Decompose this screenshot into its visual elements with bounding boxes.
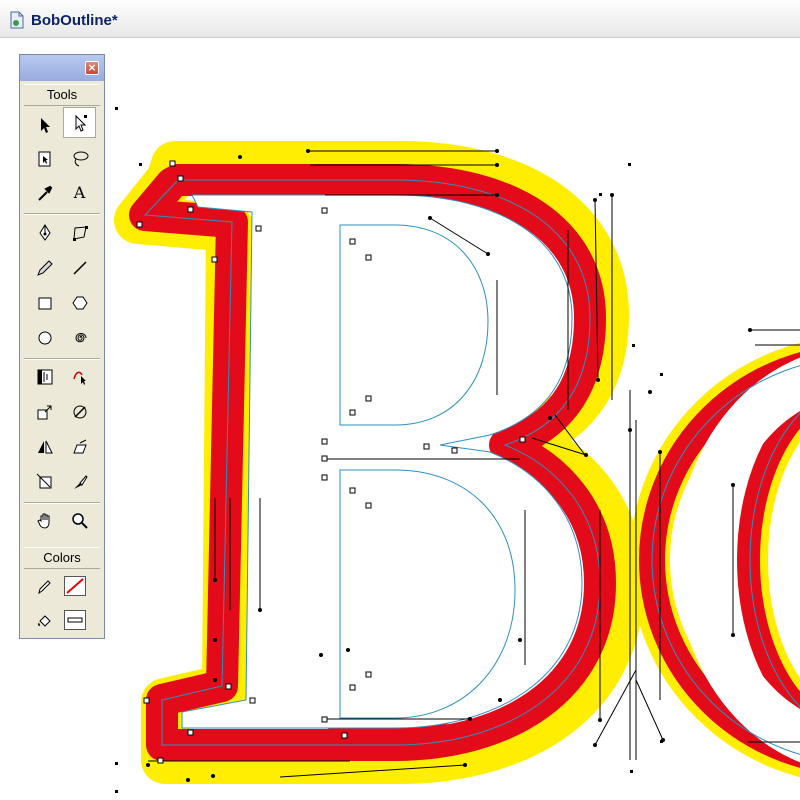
line-icon	[72, 260, 87, 275]
trace-wand-icon	[72, 371, 86, 385]
ellipse-tool[interactable]	[28, 322, 61, 353]
eyedropper-icon	[37, 185, 52, 201]
hollow-arrow-icon	[75, 114, 87, 132]
crop-tool[interactable]	[28, 466, 61, 497]
magnifier-icon	[71, 512, 88, 529]
reflect-tool[interactable]	[28, 431, 61, 462]
fill-color-box[interactable]	[64, 610, 86, 630]
scale-tool[interactable]	[28, 396, 61, 427]
circle-icon	[38, 331, 51, 344]
page-tool[interactable]	[28, 143, 61, 174]
text-a-icon: A	[73, 183, 86, 202]
drawing-canvas[interactable]	[0, 38, 800, 800]
scale-icon	[37, 405, 51, 419]
no-color-slash-icon	[66, 578, 84, 594]
rectangle-icon	[38, 297, 51, 309]
pen-nib-icon	[38, 223, 51, 241]
blend-icon	[37, 369, 52, 384]
page-arrow-icon	[38, 151, 50, 166]
pen-tool[interactable]	[28, 217, 61, 248]
spiral-tool[interactable]	[63, 322, 96, 353]
stroke-pencil-icon	[37, 579, 51, 594]
palette-close-button[interactable]: ×	[85, 61, 99, 75]
polygon-tool[interactable]	[63, 287, 96, 318]
text-tool[interactable]: A	[63, 177, 96, 208]
stroke-color-box[interactable]	[64, 576, 86, 596]
hexagon-icon	[71, 296, 88, 309]
tools-divider	[24, 502, 100, 504]
bezigon-tool[interactable]	[63, 217, 96, 248]
spiral-icon	[74, 332, 86, 342]
fill-bucket-icon	[37, 614, 51, 627]
lasso-tool[interactable]	[63, 143, 96, 174]
tools-section-label: Tools	[24, 84, 100, 106]
zoom-tool[interactable]	[63, 505, 96, 536]
tools-palette[interactable]: × Tools A Colors	[19, 54, 105, 639]
pencil-icon	[36, 259, 53, 276]
palette-titlebar[interactable]: ×	[20, 55, 104, 81]
rotate-icon	[73, 405, 86, 418]
knife-icon	[73, 474, 88, 489]
knife-tool[interactable]	[63, 466, 96, 497]
window-title: BobOutline*	[31, 12, 118, 29]
line-tool[interactable]	[63, 252, 96, 283]
fill-color-label	[28, 605, 61, 636]
subselect-tool[interactable]	[63, 107, 96, 138]
reflect-icon	[37, 440, 53, 453]
tools-divider	[24, 358, 100, 360]
trace-tool[interactable]	[63, 361, 96, 392]
colors-section-label: Colors	[24, 547, 100, 569]
skew-tool[interactable]	[63, 431, 96, 462]
bezigon-icon	[72, 225, 88, 241]
stroke-color-label	[28, 571, 61, 602]
rotate-tool[interactable]	[63, 396, 96, 427]
document-icon	[10, 11, 24, 29]
hand-icon	[36, 513, 49, 529]
pointer-tool[interactable]	[28, 109, 61, 140]
rectangle-tool[interactable]	[28, 287, 61, 318]
eyedropper-tool[interactable]	[28, 177, 61, 208]
arrow-pointer-icon	[40, 117, 50, 133]
hand-tool[interactable]	[28, 505, 61, 536]
fill-none-icon	[67, 617, 83, 623]
blend-tool[interactable]	[28, 361, 61, 392]
pencil-tool[interactable]	[28, 252, 61, 283]
document-titlebar: BobOutline*	[0, 0, 800, 38]
artwork-svg[interactable]	[0, 38, 800, 800]
lasso-icon	[73, 151, 88, 166]
skew-icon	[72, 439, 87, 453]
crop-icon	[36, 473, 51, 488]
tools-divider	[24, 213, 100, 215]
